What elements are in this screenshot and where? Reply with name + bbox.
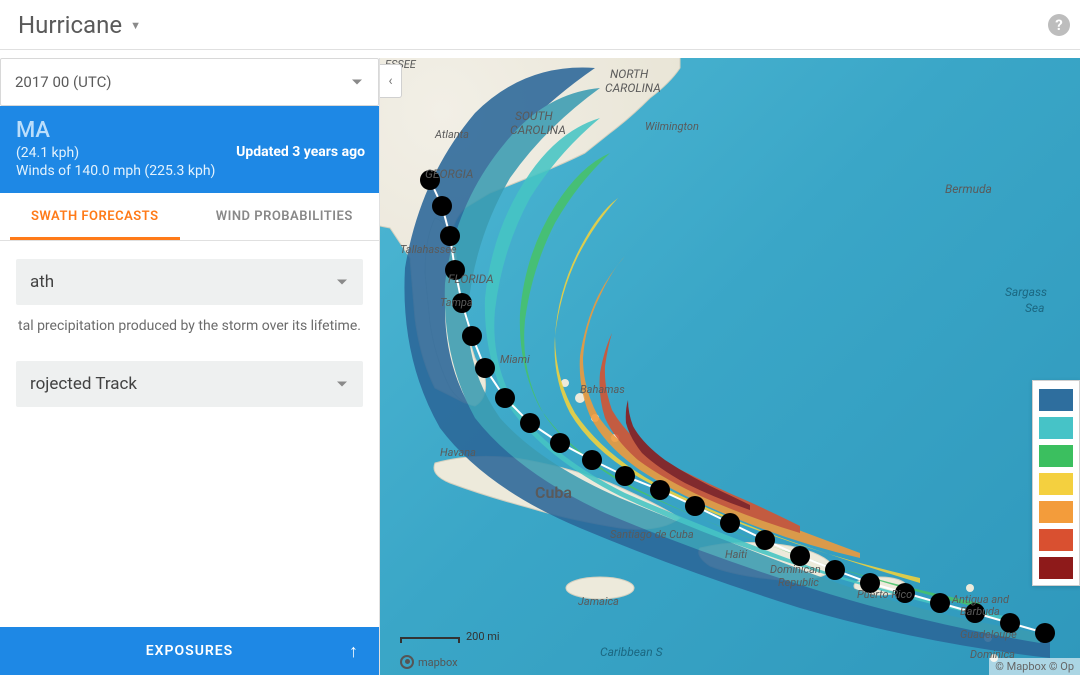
date-selector[interactable]: 2017 00 (UTC) <box>0 58 379 106</box>
sidebar: 2017 00 (UTC) MA (24.1 kph) Winds of 140… <box>0 58 380 675</box>
title-dropdown[interactable]: Hurricane ▼ <box>18 11 141 39</box>
label-miami: Miami <box>500 353 530 366</box>
label-santiago: Santiago de Cuba <box>610 528 694 541</box>
label-georgia: GEORGIA <box>425 167 474 181</box>
legend-swatch <box>1039 473 1073 495</box>
collapse-sidebar-handle[interactable]: ‹ <box>380 64 402 98</box>
label-jamaica: Jamaica <box>578 595 619 608</box>
date-value: 2017 00 (UTC) <box>15 73 111 91</box>
exposures-button[interactable]: EXPOSURES ↑ <box>0 627 379 675</box>
label-nc: NORTH <box>610 67 649 81</box>
label-havana: Havana <box>440 446 476 459</box>
label-florida: FLORIDA <box>448 272 494 286</box>
svg-text:Guadeloupe: Guadeloupe <box>960 628 1017 641</box>
legend-swatch <box>1039 501 1073 523</box>
map-svg: NORTH CAROLINA SOUTH CAROLINA Wilmington… <box>380 58 1080 675</box>
svg-text:Sargass: Sargass <box>1005 285 1047 299</box>
chevron-down-icon: ▼ <box>130 19 141 32</box>
label-haiti: Haiti <box>725 548 748 561</box>
storm-winds: Winds of 140.0 mph (225.3 kph) <box>16 163 363 179</box>
arrow-up-icon: ↑ <box>349 641 359 662</box>
tab-swath-forecasts[interactable]: SWATH FORECASTS <box>0 193 190 240</box>
legend-swatch <box>1039 389 1073 411</box>
storm-updated: Updated 3 years ago <box>236 144 365 160</box>
tabs: SWATH FORECASTS WIND PROBABILITIES <box>0 193 379 241</box>
legend-swatch <box>1039 557 1073 579</box>
color-legend <box>1032 380 1080 586</box>
panel-body: ath tal precipitation produced by the st… <box>0 241 379 627</box>
svg-text:Barbuda: Barbuda <box>960 605 1000 618</box>
label-wilmington: Wilmington <box>645 120 699 133</box>
swath-type-select[interactable]: ath <box>16 259 363 305</box>
svg-text:CAROLINA: CAROLINA <box>510 123 566 137</box>
label-dr1: Dominican <box>770 563 821 576</box>
app-title: Hurricane <box>18 11 122 39</box>
help-icon[interactable]: ? <box>1048 14 1070 36</box>
attribution[interactable]: © Mapbox © Op <box>989 658 1080 675</box>
topbar: Hurricane ▼ ? <box>0 0 1080 50</box>
svg-text:Republic: Republic <box>778 576 819 589</box>
legend-swatch <box>1039 417 1073 439</box>
mapbox-logo[interactable]: mapbox <box>400 655 458 669</box>
legend-swatch <box>1039 445 1073 467</box>
swath-description: tal precipitation produced by the storm … <box>18 317 361 337</box>
label-bermuda: Bermuda <box>945 182 992 196</box>
svg-text:Sea: Sea <box>1025 301 1044 315</box>
track-select[interactable]: rojected Track <box>16 361 363 407</box>
legend-swatch <box>1039 529 1073 551</box>
label-cuba: Cuba <box>535 483 572 502</box>
label-sc: SOUTH <box>515 109 553 123</box>
label-pr: Puerto Rico <box>857 588 912 601</box>
label-tallahassee: Tallahassee <box>400 243 457 256</box>
storm-name: MA <box>16 118 363 143</box>
map[interactable]: ‹ <box>380 58 1080 675</box>
mapbox-icon <box>400 655 414 669</box>
svg-text:Caribbean S: Caribbean S <box>600 645 663 659</box>
tab-wind-probabilities[interactable]: WIND PROBABILITIES <box>190 193 380 240</box>
label-tampa: Tampa <box>440 296 473 309</box>
storm-panel: MA (24.1 kph) Winds of 140.0 mph (225.3 … <box>0 106 379 193</box>
label-bahamas: Bahamas <box>580 383 625 396</box>
svg-text:CAROLINA: CAROLINA <box>605 81 661 95</box>
label-atlanta: Atlanta <box>434 128 469 141</box>
scale-bar: 200 mi <box>400 630 500 643</box>
